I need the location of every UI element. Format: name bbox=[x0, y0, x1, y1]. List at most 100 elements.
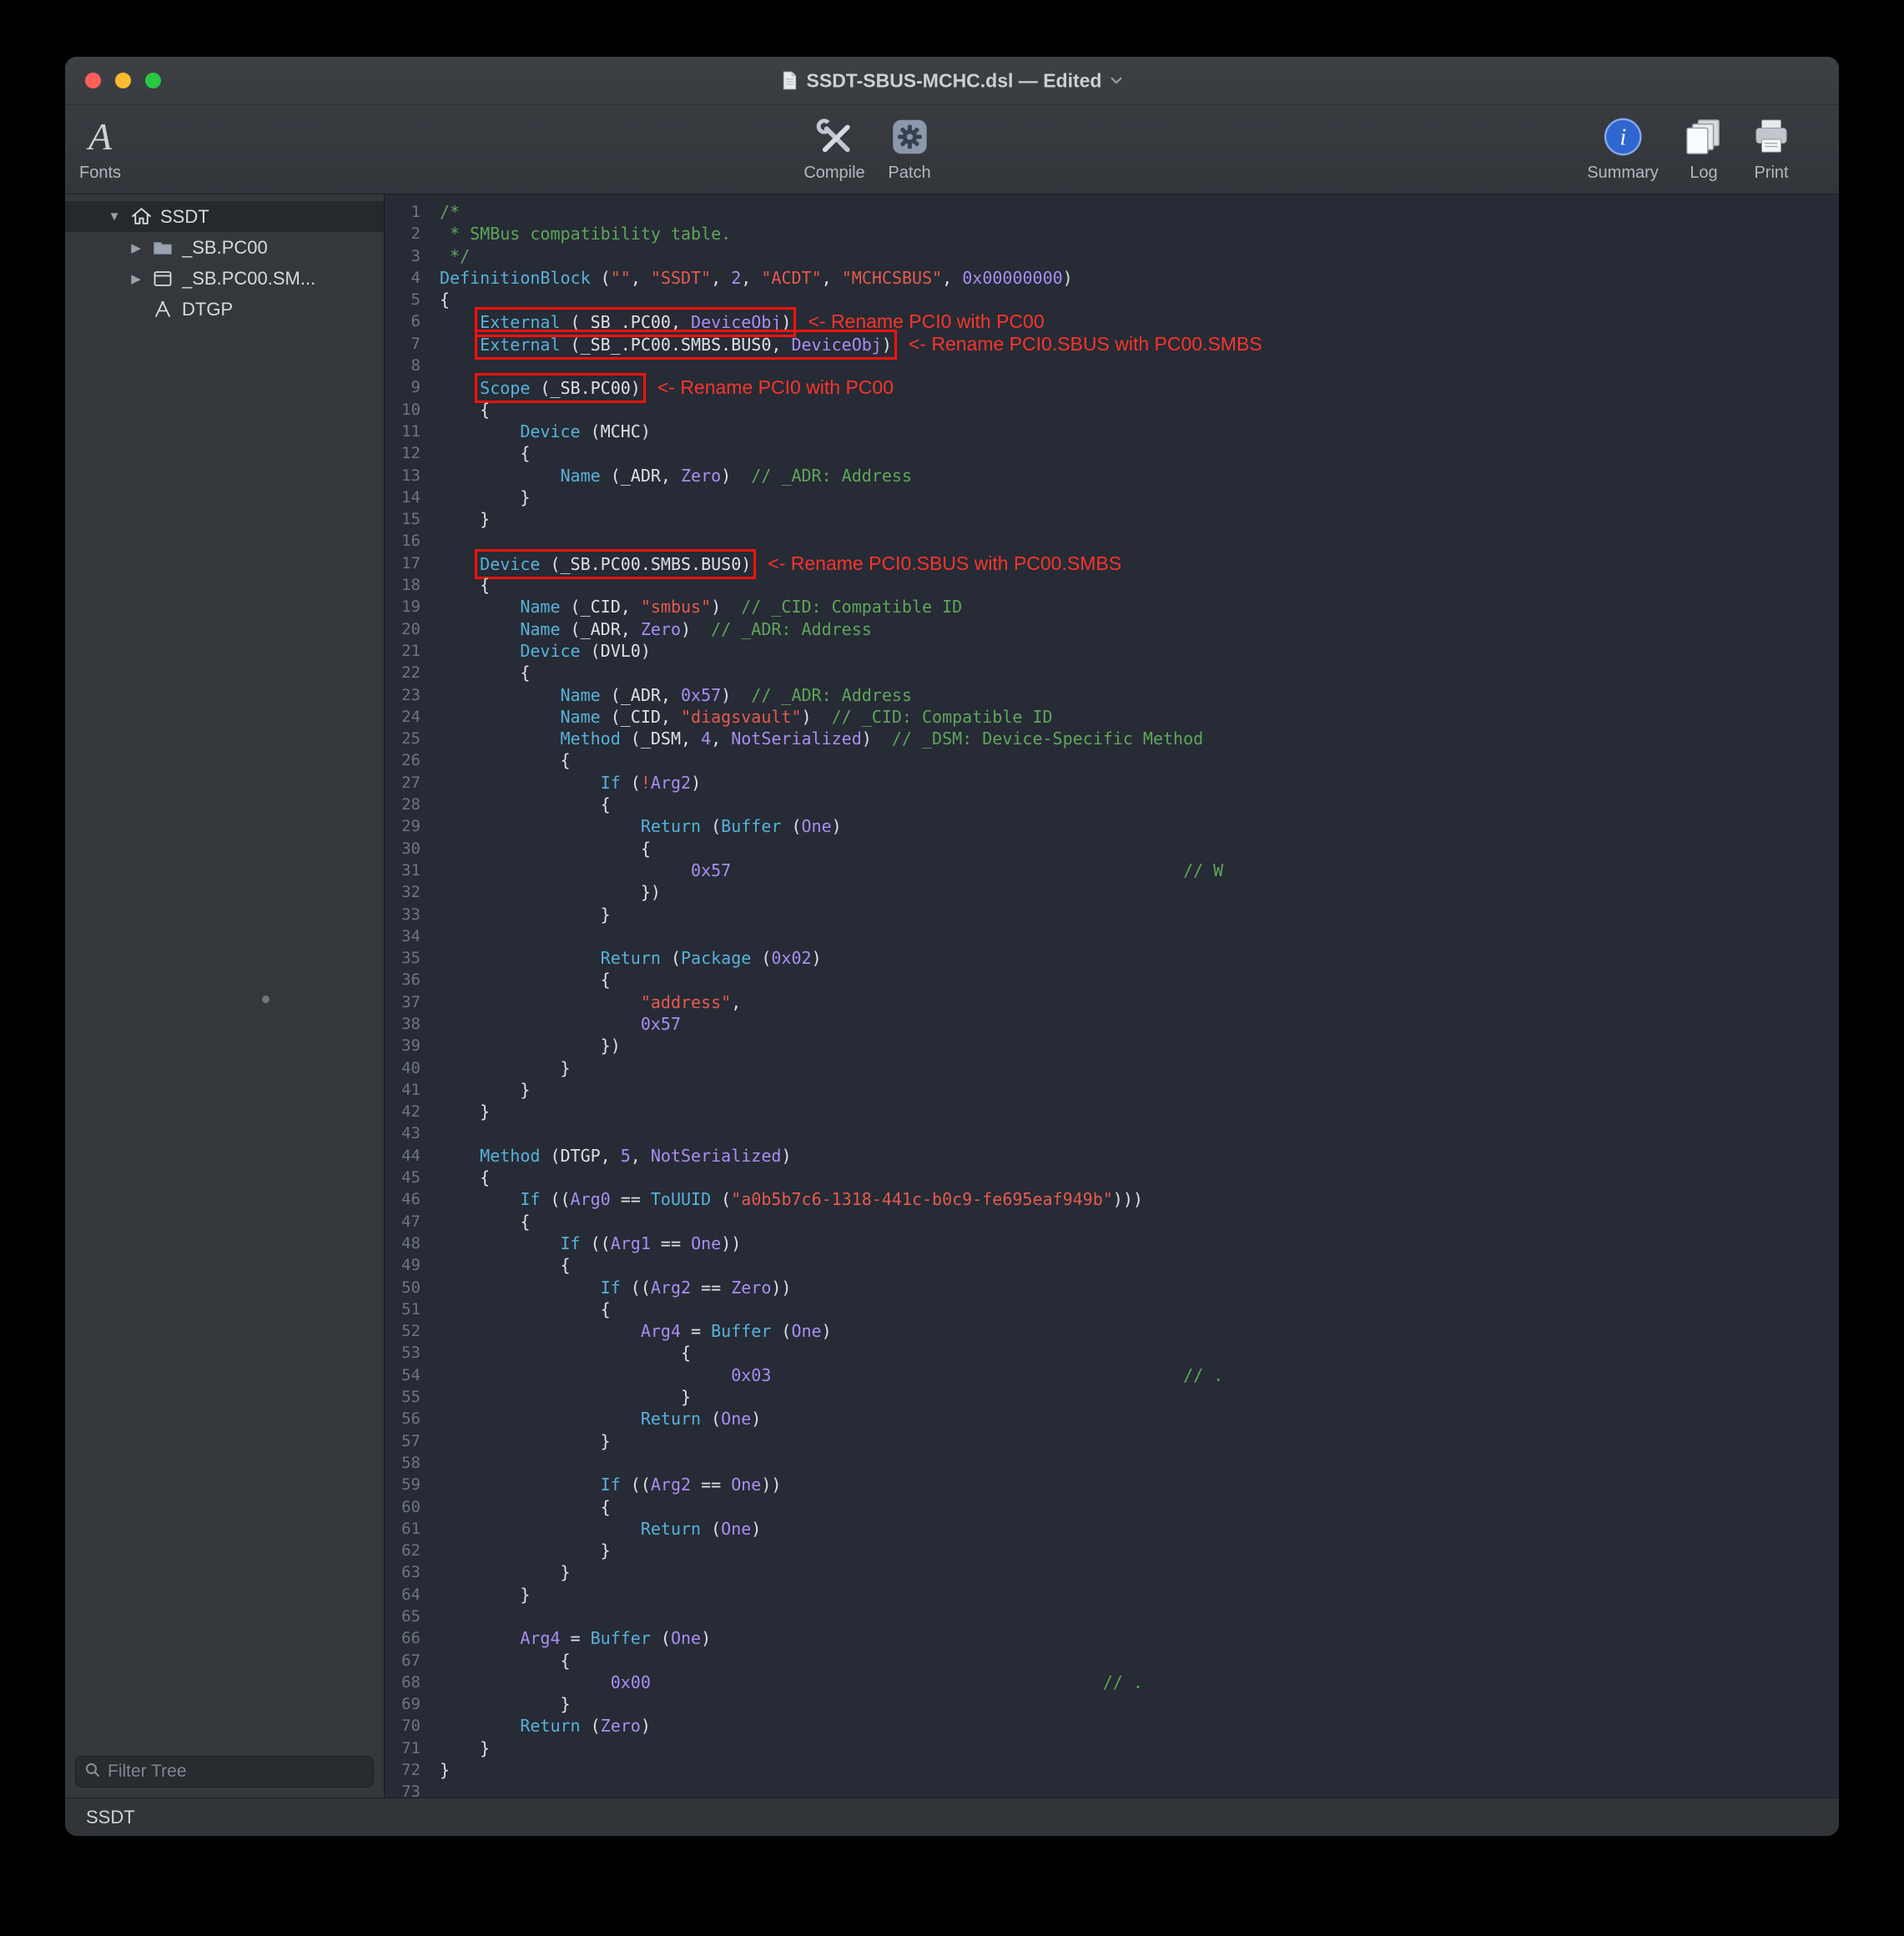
code-token: // . bbox=[1183, 1365, 1223, 1385]
code-line: 25 Method (_DSM, 4, NotSerialized) // _D… bbox=[385, 728, 1839, 749]
code-token: , bbox=[631, 1146, 651, 1166]
code-token: ) bbox=[691, 773, 701, 793]
code-line: 16 bbox=[385, 530, 1839, 552]
fonts-button[interactable]: A Fonts bbox=[79, 112, 121, 183]
code-token: ) bbox=[681, 619, 711, 639]
folder-icon bbox=[149, 237, 177, 259]
code-token: } bbox=[440, 509, 490, 529]
log-button[interactable]: Log bbox=[1683, 112, 1725, 183]
line-number: 40 bbox=[385, 1057, 433, 1079]
line-number: 53 bbox=[385, 1342, 433, 1364]
summary-button[interactable]: i Summary bbox=[1587, 112, 1659, 183]
line-code: Return (Package (0x02) bbox=[440, 947, 822, 969]
code-editor[interactable]: 1/*2 * SMBus compatibility table.3 */4De… bbox=[385, 194, 1839, 1797]
disclosure-triangle-icon[interactable]: ▶ bbox=[123, 271, 149, 286]
code-line: 68 0x00 // . bbox=[385, 1671, 1839, 1693]
zoom-button[interactable] bbox=[145, 73, 161, 88]
code-line: 35 Return (Package (0x02) bbox=[385, 947, 1839, 969]
code-token bbox=[440, 312, 480, 332]
line-code: } bbox=[440, 508, 490, 530]
line-number: 11 bbox=[385, 421, 433, 442]
code-token bbox=[440, 466, 561, 486]
line-number: 18 bbox=[385, 574, 433, 596]
line-code: } bbox=[440, 904, 611, 925]
code-line: 17 Device (_SB.PC00.SMBS.BUS0)<- Rename … bbox=[385, 552, 1839, 574]
line-code: { bbox=[440, 399, 490, 421]
code-token: 0x57 bbox=[681, 685, 721, 705]
sidebar-item-sb-pc00[interactable]: ▶_SB.PC00 bbox=[65, 232, 384, 263]
code-token: ) bbox=[721, 685, 751, 705]
line-code: } bbox=[440, 1561, 571, 1583]
code-token: Device bbox=[480, 554, 540, 574]
print-button[interactable]: Print bbox=[1750, 112, 1792, 183]
code-line: 45 { bbox=[385, 1167, 1839, 1188]
line-code: { bbox=[440, 1342, 691, 1364]
line-code: }) bbox=[440, 1035, 621, 1056]
code-token: 0x02 bbox=[771, 948, 811, 968]
code-line: 44 Method (DTGP, 5, NotSerialized) bbox=[385, 1145, 1839, 1167]
code-token: , bbox=[822, 268, 842, 288]
fonts-icon: A bbox=[88, 112, 112, 162]
code-token: ( bbox=[661, 948, 681, 968]
code-token: ! bbox=[641, 773, 651, 793]
document-proxy-icon[interactable] bbox=[782, 71, 798, 91]
code-token: { bbox=[440, 443, 530, 463]
code-token: ) bbox=[751, 1409, 761, 1429]
code-token: If bbox=[520, 1189, 540, 1209]
code-token: = bbox=[561, 1628, 591, 1648]
code-token: ( bbox=[751, 948, 771, 968]
line-code: If ((Arg2 == One)) bbox=[440, 1474, 781, 1495]
code-line: 62 } bbox=[385, 1540, 1839, 1561]
code-token: (DVL0) bbox=[581, 641, 651, 661]
code-token: ) bbox=[751, 1519, 761, 1539]
minimize-button[interactable] bbox=[115, 73, 131, 88]
code-line: 40 } bbox=[385, 1057, 1839, 1079]
status-path[interactable]: SSDT bbox=[86, 1807, 135, 1828]
code-token: */ bbox=[440, 246, 470, 266]
disclosure-triangle-icon[interactable]: ▼ bbox=[102, 209, 127, 224]
code-token: "" bbox=[611, 268, 631, 288]
compile-button[interactable]: Compile bbox=[803, 112, 864, 183]
disclosure-triangle-icon[interactable]: ▶ bbox=[123, 240, 149, 255]
window-title: SSDT-SBUS-MCHC.dsl — Edited bbox=[807, 69, 1102, 92]
code-line: 48 If ((Arg1 == One)) bbox=[385, 1233, 1839, 1254]
line-number: 36 bbox=[385, 969, 433, 991]
title-chevron-icon[interactable] bbox=[1110, 77, 1122, 85]
rename-annotation: <- Rename PCI0 with PC00 bbox=[657, 376, 894, 398]
filter-field[interactable] bbox=[75, 1756, 374, 1787]
code-token: One bbox=[671, 1628, 701, 1648]
titlebar[interactable]: SSDT-SBUS-MCHC.dsl — Edited bbox=[65, 57, 1839, 105]
patch-button[interactable]: Patch bbox=[888, 112, 930, 183]
code-token: (( bbox=[621, 1278, 651, 1298]
code-token bbox=[440, 707, 561, 727]
line-number: 50 bbox=[385, 1277, 433, 1298]
rename-highlight-box: Device (_SB.PC00.SMBS.BUS0) bbox=[480, 554, 751, 574]
line-code: { bbox=[440, 442, 530, 464]
app-window: SSDT-SBUS-MCHC.dsl — Edited A Fonts Comp… bbox=[65, 57, 1839, 1836]
code-token: ) bbox=[822, 1321, 832, 1341]
code-token: } bbox=[440, 1562, 571, 1582]
code-line: 32 }) bbox=[385, 881, 1839, 903]
line-code: { bbox=[440, 1650, 571, 1671]
line-number: 28 bbox=[385, 794, 433, 815]
window-title-group[interactable]: SSDT-SBUS-MCHC.dsl — Edited bbox=[782, 69, 1123, 92]
method-icon bbox=[149, 299, 177, 320]
line-code: { bbox=[440, 749, 571, 771]
line-code: Return (Buffer (One) bbox=[440, 815, 842, 837]
sidebar-item-ssdt[interactable]: ▼SSDT bbox=[65, 201, 384, 232]
code-token: ) bbox=[781, 312, 791, 332]
tree-item-label: DTGP bbox=[182, 299, 233, 320]
code-token: 4 bbox=[701, 729, 711, 749]
line-code: { bbox=[440, 794, 611, 815]
code-token: "diagsvault" bbox=[681, 707, 802, 727]
code-line: 2 * SMBus compatibility table. bbox=[385, 223, 1839, 245]
code-token: /* bbox=[440, 202, 460, 222]
code-token: ) bbox=[882, 335, 892, 355]
line-number: 54 bbox=[385, 1364, 433, 1386]
code-line: 1/* bbox=[385, 201, 1839, 223]
sidebar-item-sb-pc00-sm[interactable]: ▶_SB.PC00.SM... bbox=[65, 263, 384, 294]
sidebar-item-dtgp[interactable]: DTGP bbox=[65, 294, 384, 325]
filter-tree-input[interactable] bbox=[108, 1762, 365, 1782]
close-button[interactable] bbox=[85, 73, 101, 88]
print-printer-icon bbox=[1750, 112, 1792, 162]
